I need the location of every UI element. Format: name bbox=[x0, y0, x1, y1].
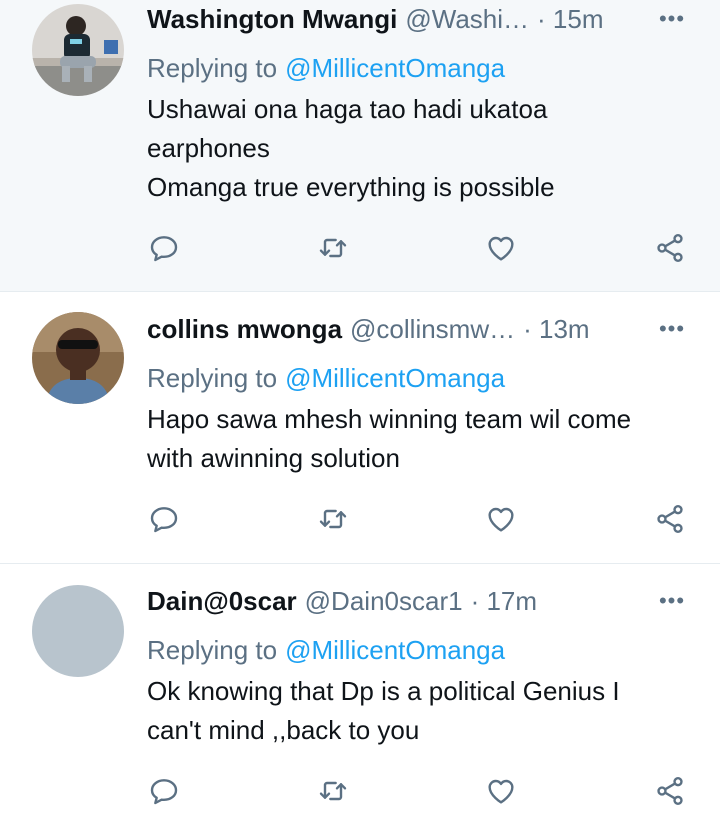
like-icon bbox=[488, 779, 514, 804]
author-name[interactable]: Washington Mwangi bbox=[147, 4, 397, 35]
author-name[interactable]: Dain@0scar bbox=[147, 586, 297, 617]
reply-button[interactable] bbox=[144, 771, 184, 811]
share-icon bbox=[657, 505, 683, 533]
action-bar bbox=[0, 228, 720, 268]
like-button[interactable] bbox=[481, 228, 521, 268]
replying-to: Replying to @MillicentOmanga bbox=[147, 632, 505, 668]
timestamp[interactable]: · 13m bbox=[523, 314, 589, 345]
author-handle[interactable]: @Washi… bbox=[405, 4, 529, 35]
like-icon bbox=[488, 236, 514, 261]
tweet-text-line: Hapo sawa mhesh winning team wil come bbox=[147, 404, 632, 434]
tweet-text: Ushawai ona haga tao hadi ukatoa earphon… bbox=[147, 90, 680, 207]
action-bar bbox=[0, 771, 720, 811]
retweet-icon bbox=[319, 509, 347, 529]
retweet-button[interactable] bbox=[313, 499, 353, 539]
reply-icon bbox=[150, 779, 178, 805]
replying-to: Replying to @MillicentOmanga bbox=[147, 50, 505, 86]
tweet-text-line: Ushawai ona haga tao hadi ukatoa bbox=[147, 94, 548, 124]
share-icon bbox=[657, 777, 683, 805]
retweet-button[interactable] bbox=[313, 228, 353, 268]
tweet-3[interactable]: Dain@0scar @Dain0scar1 · 17m ••• Replyin… bbox=[0, 564, 720, 820]
reply-button[interactable] bbox=[144, 228, 184, 268]
share-icon bbox=[657, 234, 683, 262]
replying-to-label: Replying to bbox=[147, 634, 278, 665]
tweet-2[interactable]: collins mwonga @collinsmw… · 13m ••• Rep… bbox=[0, 292, 720, 564]
more-horizontal-icon[interactable]: ••• bbox=[654, 1, 690, 37]
tweet-1[interactable]: Washington Mwangi @Washi… · 15m ••• Repl… bbox=[0, 0, 720, 292]
tweet-text-line: earphones bbox=[147, 133, 270, 163]
author-handle[interactable]: @Dain0scar1 bbox=[305, 586, 463, 617]
more-horizontal-icon[interactable]: ••• bbox=[654, 311, 690, 347]
tweet-text-line: Ok knowing that Dp is a political Genius… bbox=[147, 676, 620, 706]
tweet-text: Hapo sawa mhesh winning team wil come wi… bbox=[147, 400, 680, 478]
retweet-icon bbox=[319, 781, 347, 801]
mention-link[interactable]: @MillicentOmanga bbox=[285, 53, 505, 84]
share-button[interactable] bbox=[650, 771, 690, 811]
like-button[interactable] bbox=[481, 499, 521, 539]
like-icon bbox=[488, 507, 514, 532]
mention-link[interactable]: @MillicentOmanga bbox=[285, 363, 505, 394]
timestamp[interactable]: · 15m bbox=[537, 4, 603, 35]
retweet-icon bbox=[319, 238, 347, 258]
tweet-text-line: Omanga true everything is possible bbox=[147, 172, 555, 202]
share-button[interactable] bbox=[650, 499, 690, 539]
tweet-text: Ok knowing that Dp is a political Genius… bbox=[147, 672, 680, 750]
more-horizontal-icon[interactable]: ••• bbox=[654, 583, 690, 619]
avatar[interactable] bbox=[32, 585, 124, 677]
reply-icon bbox=[150, 236, 178, 262]
timestamp[interactable]: · 17m bbox=[471, 586, 537, 617]
reply-button[interactable] bbox=[144, 499, 184, 539]
tweet-text-line: can't mind ,,back to you bbox=[147, 715, 420, 745]
tweet-text-line: with awinning solution bbox=[147, 443, 400, 473]
replying-to-label: Replying to bbox=[147, 362, 278, 393]
reply-icon bbox=[150, 507, 178, 533]
avatar[interactable] bbox=[32, 312, 124, 404]
share-button[interactable] bbox=[650, 228, 690, 268]
avatar[interactable] bbox=[32, 4, 124, 96]
replying-to-label: Replying to bbox=[147, 52, 278, 83]
author-handle[interactable]: @collinsmw… bbox=[350, 314, 515, 345]
mention-link[interactable]: @MillicentOmanga bbox=[285, 635, 505, 666]
retweet-button[interactable] bbox=[313, 771, 353, 811]
action-bar bbox=[0, 499, 720, 539]
replying-to: Replying to @MillicentOmanga bbox=[147, 360, 505, 396]
like-button[interactable] bbox=[481, 771, 521, 811]
author-name[interactable]: collins mwonga bbox=[147, 314, 342, 345]
